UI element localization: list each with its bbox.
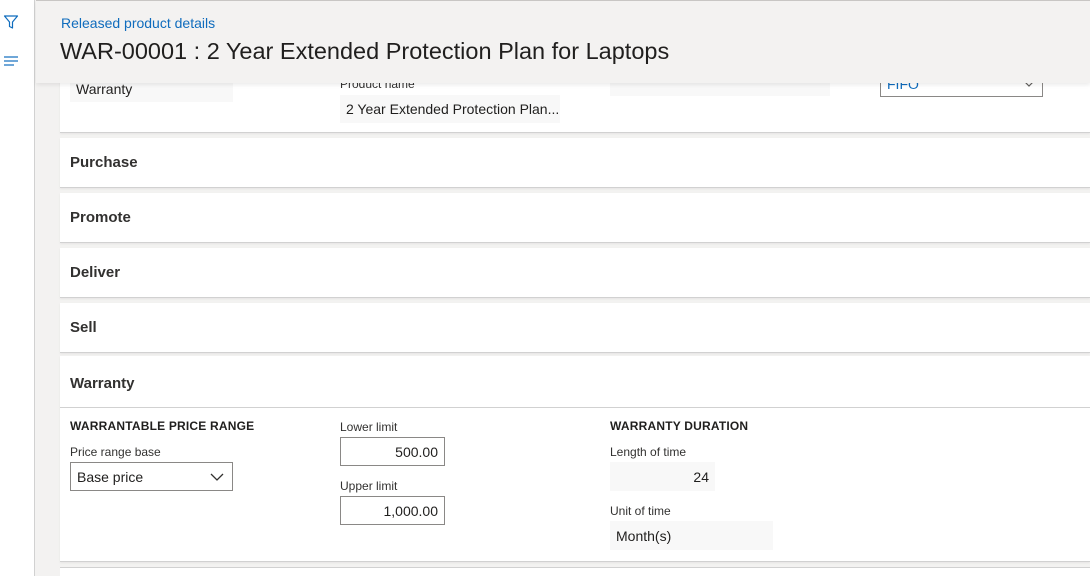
left-nav-rail	[0, 0, 35, 576]
price-range-base-select[interactable]: Base price	[70, 462, 233, 491]
next-fasttab	[60, 567, 1090, 576]
fasttab-promote[interactable]: Promote	[60, 193, 1090, 243]
warranty-duration-group-title: WARRANTY DURATION	[610, 419, 749, 433]
fasttab-purchase-title: Purchase	[70, 154, 138, 171]
unit-of-time-field: Month(s)	[610, 521, 773, 550]
fasttab-warranty: Warranty WARRANTABLE PRICE RANGE Price r…	[60, 356, 1090, 562]
lower-limit-label: Lower limit	[340, 420, 398, 434]
length-of-time-label: Length of time	[610, 445, 687, 459]
length-of-time-field: 24	[610, 462, 715, 491]
main-content: Warranty Product name 2 Year Extended Pr…	[36, 0, 1090, 576]
fasttab-purchase[interactable]: Purchase	[60, 138, 1090, 188]
fasttab-deliver-title: Deliver	[70, 264, 121, 281]
menu-button[interactable]	[0, 50, 22, 72]
fasttab-sell[interactable]: Sell	[60, 303, 1090, 353]
price-range-base-label: Price range base	[70, 445, 161, 459]
page-title: WAR-00001 : 2 Year Extended Protection P…	[60, 38, 670, 64]
breadcrumb[interactable]: Released product details	[61, 15, 215, 31]
price-range-group-title: WARRANTABLE PRICE RANGE	[70, 419, 255, 433]
page-header: Released product details WAR-00001 : 2 Y…	[36, 0, 1090, 83]
fasttab-sell-title: Sell	[70, 319, 97, 336]
upper-limit-label: Upper limit	[340, 479, 398, 493]
unit-of-time-label: Unit of time	[610, 504, 671, 518]
filter-button[interactable]	[0, 11, 22, 33]
upper-limit-input[interactable]: 1,000.00	[340, 496, 445, 525]
fasttab-deliver[interactable]: Deliver	[60, 248, 1090, 298]
lower-limit-input[interactable]: 500.00	[340, 437, 445, 466]
fasttab-promote-title: Promote	[70, 209, 131, 226]
chevron-down-icon	[210, 473, 224, 481]
fasttab-warranty-title[interactable]: Warranty	[70, 375, 134, 392]
product-name-field: 2 Year Extended Protection Plan...	[340, 95, 560, 123]
section-divider	[60, 407, 1090, 408]
filter-icon	[3, 15, 19, 29]
price-range-base-value: Base price	[77, 468, 144, 485]
menu-lines-icon	[4, 56, 18, 66]
